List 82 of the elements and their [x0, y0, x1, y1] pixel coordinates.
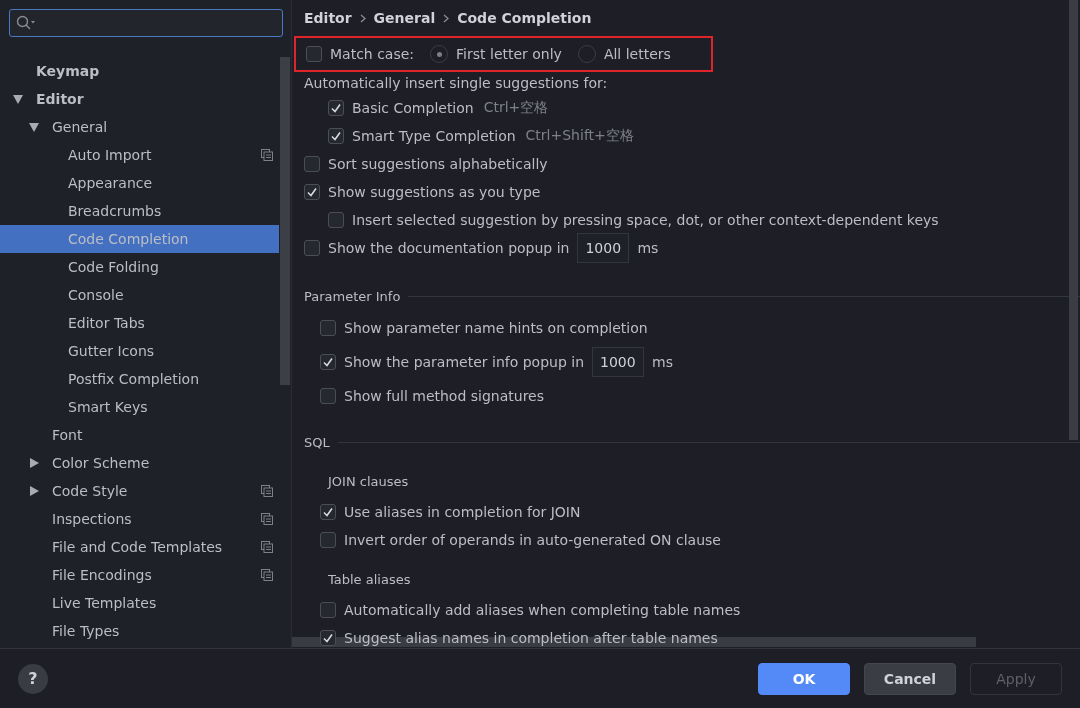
option-label: Show suggestions as you type: [328, 184, 541, 200]
number-field[interactable]: 1000: [577, 233, 630, 263]
checkbox[interactable]: [320, 354, 336, 370]
shortcut-hint: Ctrl+空格: [483, 99, 549, 117]
option-label: Invert order of operands in auto-generated ON clause: [344, 532, 721, 548]
collapsed-arrow-icon[interactable]: [28, 457, 40, 469]
checkbox[interactable]: [306, 46, 322, 62]
check-icon: [330, 102, 342, 114]
checkbox[interactable]: [320, 532, 336, 548]
checkbox[interactable]: [304, 240, 320, 256]
option-label: Smart Type Completion: [352, 128, 516, 144]
section-title: Parameter Info: [304, 288, 401, 304]
group-title: Table aliases: [328, 571, 411, 587]
tree-item[interactable]: Auto Import: [0, 141, 279, 169]
option-label: Suggest alias names in completion after table names: [344, 630, 718, 646]
option-label: Show full method signatures: [344, 388, 544, 404]
help-button[interactable]: ?: [18, 663, 48, 694]
tree-item[interactable]: File Types: [0, 617, 279, 645]
tree-item[interactable]: Code Folding: [0, 253, 279, 281]
option-label: Show the parameter info popup in: [344, 354, 585, 370]
option-label: Use aliases in completion for JOIN: [344, 504, 581, 520]
search-icon[interactable]: [16, 15, 36, 31]
option-label: Sort suggestions alphabetically: [328, 156, 548, 172]
option-label: First letter only: [456, 46, 562, 62]
tree-item[interactable]: Smart Keys: [0, 393, 279, 421]
checkbox[interactable]: [328, 100, 344, 116]
tree-item[interactable]: Breadcrumbs: [0, 197, 279, 225]
checkbox[interactable]: [320, 388, 336, 404]
dialog-button[interactable]: Cancel: [864, 662, 956, 695]
breadcrumb[interactable]: Code Completion: [457, 10, 592, 26]
tree-item[interactable]: Console: [0, 281, 279, 309]
scrollbar[interactable]: [280, 57, 290, 385]
tree-item[interactable]: Editor: [0, 85, 279, 113]
checkbox[interactable]: [328, 212, 344, 228]
expanded-arrow-icon[interactable]: [28, 121, 40, 133]
option-label: Show parameter name hints on completion: [344, 320, 648, 336]
number-field[interactable]: 1000: [592, 347, 645, 377]
breadcrumb[interactable]: General: [373, 10, 436, 26]
scrollbar[interactable]: [1069, 0, 1078, 440]
option-label: Show the documentation popup in: [328, 240, 570, 256]
option-label: Automatically add aliases when completing table names: [344, 602, 741, 618]
tree-item[interactable]: Code Style: [0, 477, 279, 505]
check-icon: [306, 186, 318, 198]
checkbox[interactable]: [320, 630, 336, 646]
section-title: SQL: [304, 434, 330, 450]
breadcrumb[interactable]: Editor: [304, 10, 352, 26]
tree-item[interactable]: File and Code Templates: [0, 533, 279, 561]
checkbox[interactable]: [320, 320, 336, 336]
chevron-icon: [359, 13, 366, 23]
shortcut-hint: Ctrl+Shift+空格: [525, 127, 634, 145]
tree-item[interactable]: Color Scheme: [0, 449, 279, 477]
checkbox[interactable]: [328, 128, 344, 144]
checkbox[interactable]: [320, 504, 336, 520]
unit-label: ms: [652, 354, 673, 370]
chevron-icon: [443, 13, 450, 23]
expanded-arrow-icon[interactable]: [12, 93, 24, 105]
check-icon: [330, 130, 342, 142]
tree-item[interactable]: Editor Tabs: [0, 309, 279, 337]
search-field[interactable]: [9, 9, 283, 37]
check-icon: [322, 506, 334, 518]
option-label: All letters: [603, 46, 671, 62]
section-label: Automatically insert single suggestions for:: [304, 75, 608, 91]
checkbox[interactable]: [304, 156, 320, 172]
group-title: JOIN clauses: [328, 473, 409, 489]
tree-item[interactable]: Gutter Icons: [0, 337, 279, 365]
checkbox[interactable]: [304, 184, 320, 200]
tree-item[interactable]: Live Templates: [0, 589, 279, 617]
tree-item[interactable]: Inspections: [0, 505, 279, 533]
tree-item[interactable]: General: [0, 113, 279, 141]
tree-item[interactable]: Keymap: [0, 57, 279, 85]
tree-item[interactable]: Font: [0, 421, 279, 449]
collapsed-arrow-icon[interactable]: [28, 485, 40, 497]
tree-item[interactable]: File Encodings: [0, 561, 279, 589]
option-label: Match case:: [330, 46, 415, 62]
option-label: Insert selected suggestion by pressing space, dot, or other context-dependent keys: [352, 212, 939, 228]
check-icon: [322, 632, 334, 644]
tree-item[interactable]: Postfix Completion: [0, 365, 279, 393]
option-label: Basic Completion: [352, 100, 474, 116]
tree-item[interactable]: Appearance: [0, 169, 279, 197]
unit-label: ms: [637, 240, 659, 256]
check-icon: [322, 356, 334, 368]
checkbox[interactable]: [320, 602, 336, 618]
